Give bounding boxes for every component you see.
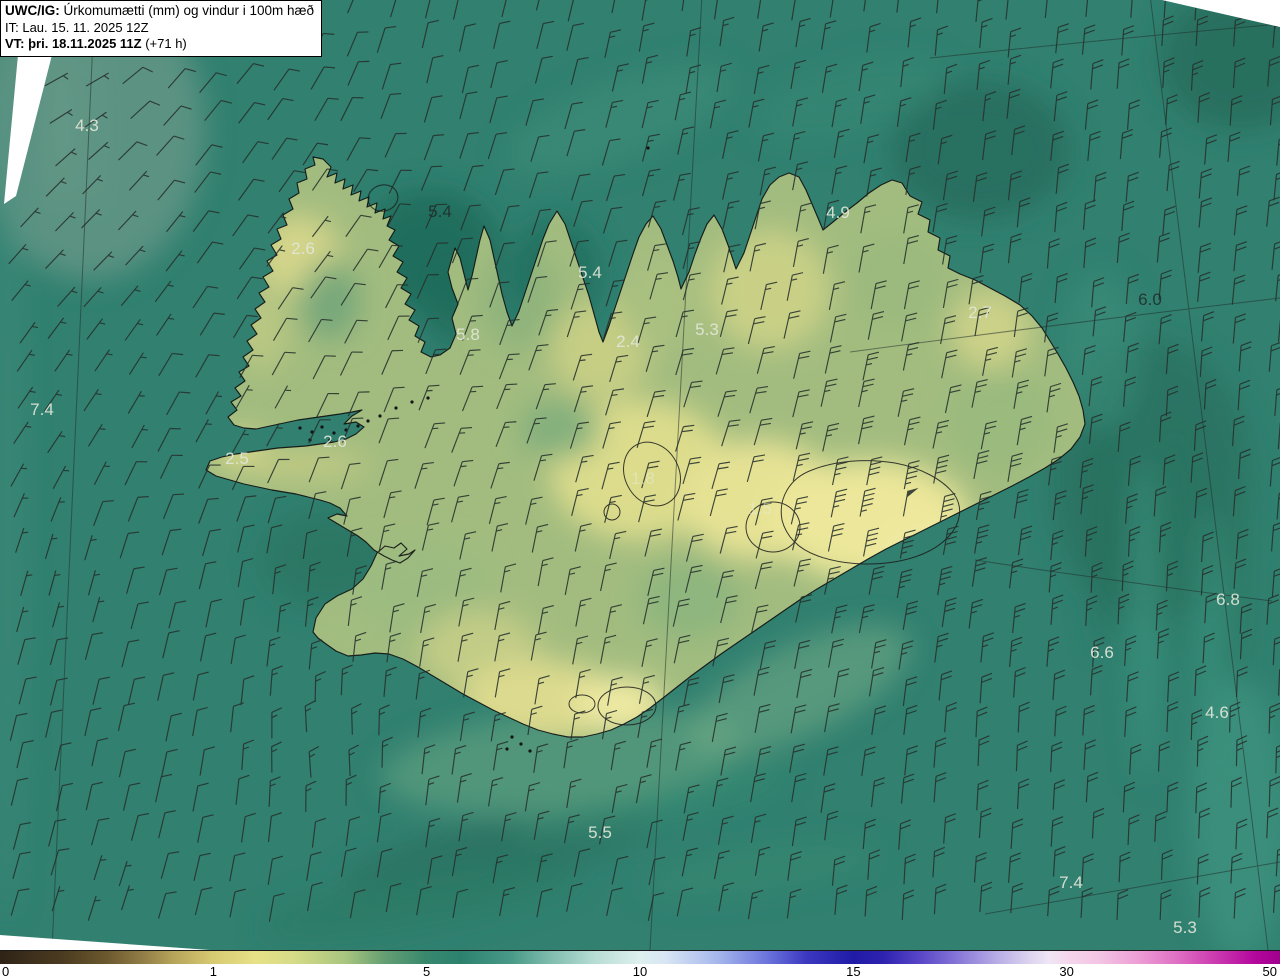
map-value-label: 6.8 [1216,590,1240,609]
valid-time: VT: þri. 18.11.2025 11Z [5,36,142,51]
colorbar-tick-label: 50 [1262,964,1277,978]
product-title: UWC/IG: Úrkomumætti (mm) og vindur i 100… [5,3,314,20]
valid-offset: (+71 h) [141,36,187,51]
map-value-label: 5.3 [1173,918,1197,937]
map-value-label: 2.6 [323,432,347,451]
map-value-label: 5.3 [695,320,719,339]
map-value-label: 4.6 [1205,703,1229,722]
colorbar-tick-label: 0 [2,964,10,978]
map-value-label: 2.6 [291,239,315,258]
map-value-label: 6.6 [1090,643,1114,662]
map-value-label: 6.0 [1138,290,1162,309]
colorbar-gradient [0,950,1280,965]
map-value-label: 7.4 [30,400,54,419]
product-desc: Úrkomumætti (mm) og vindur i 100m hæð [59,3,315,18]
map-value-label: 7.4 [1059,873,1083,892]
colorbar-tick-label: 15 [846,964,861,978]
product-code: UWC/IG: [5,3,60,18]
colorbar-tick-label: 1 [209,964,217,978]
map-value-label: 5.4 [428,202,452,221]
colorbar-tick-label: 30 [1059,964,1074,978]
map-value-label: 5.4 [578,263,602,282]
weather-map-app: 4.3 5.4 4.9 2.6 5.4 6.0 2.7 5.8 5.3 2.4 7.4 2.6 2.5 6… [0,0,1280,978]
map-value-label: 5.8 [456,325,480,344]
map-value-label: 2.5 [225,449,249,468]
map-value-label: 5.5 [588,823,612,842]
colorbar: 0 1 5 10 15 30 50 [0,950,1280,978]
colorbar-tick-label: 10 [632,964,648,978]
map-value-label: 2.4 [616,332,640,351]
map-value-label: 4.9 [826,203,850,222]
valid-time-line: VT: þri. 18.11.2025 11Z (+71 h) [5,36,314,53]
colorbar-scale: 0 1 5 10 15 30 50 [0,964,1280,978]
map-canvas: 4.3 5.4 4.9 2.6 5.4 6.0 2.7 5.8 5.3 2.4 7.4 2.6 2.5 6… [0,0,1280,950]
map-value-label-faint: 1.5 [748,499,772,518]
map-value-label-faint: 1.8 [631,469,655,488]
init-time: IT: Lau. 15. 11. 2025 12Z [5,19,149,35]
map-value-label: 2.7 [968,303,992,322]
title-box: UWC/IG: Úrkomumætti (mm) og vindur i 100… [0,0,323,57]
colorbar-tick-label: 5 [422,964,431,978]
map-value-label: 4.3 [75,116,99,135]
